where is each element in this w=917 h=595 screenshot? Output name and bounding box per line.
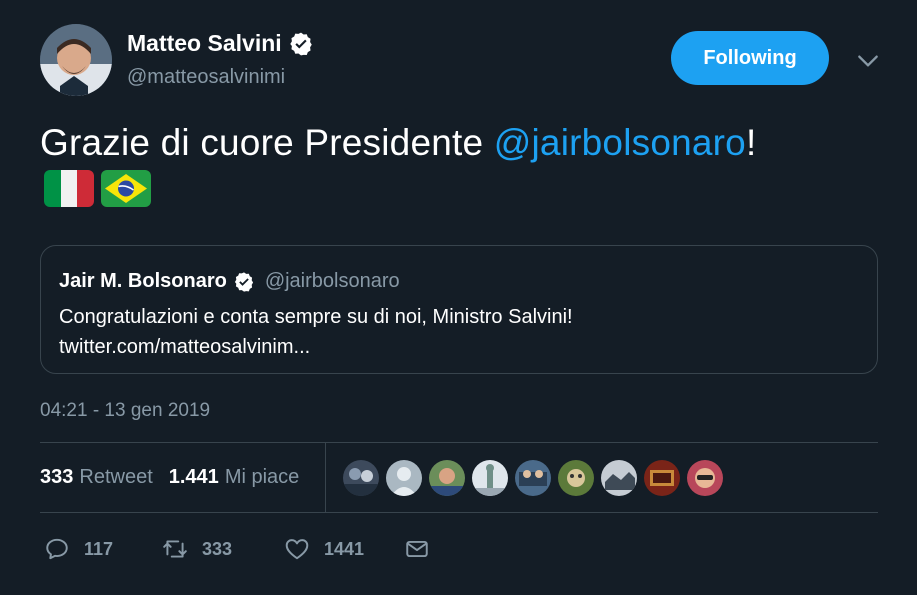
divider [40,512,878,513]
brazil-flag-icon [101,170,151,207]
liker-avatar[interactable] [429,460,465,496]
tweet-timestamp[interactable]: 04:21 - 13 gen 2019 [40,400,210,422]
following-button[interactable]: Following [671,31,829,85]
retweet-count[interactable]: 333 [40,466,73,489]
like-action-count: 1441 [324,538,365,559]
liker-avatar[interactable] [343,460,379,496]
verified-badge-icon [233,271,255,293]
retweet-label[interactable]: Retweet [79,466,152,489]
author-name[interactable]: Matteo Salvini [127,30,282,57]
like-button[interactable]: 1441 [284,536,404,562]
quoted-author-handle: @jairbolsonaro [264,270,400,292]
author-name-row: Matteo Salvini [127,30,314,57]
divider [40,442,878,443]
emoji-row [44,170,151,207]
heart-icon [285,539,309,560]
reply-icon [46,538,68,560]
retweet-button[interactable]: 333 [162,536,284,562]
quoted-tweet-body: Congratulazioni e conta sempre su di noi… [59,302,573,362]
liker-avatar[interactable] [558,460,594,496]
likers-avatars [343,460,723,496]
liker-avatar[interactable] [472,460,508,496]
author-handle[interactable]: @matteosalvinimi [127,66,285,89]
tweet-text-prefix: Grazie di cuore Presidente [40,122,494,163]
quoted-tweet-text: Congratulazioni e conta sempre su di noi… [59,306,573,328]
quoted-tweet-link[interactable]: twitter.com/matteosalvinim... [59,332,573,362]
liker-avatar[interactable] [386,460,422,496]
tweet-actions: 117 333 1441 [44,536,430,562]
tweet-text: Grazie di cuore Presidente @jairbolsonar… [40,122,756,164]
stats-divider [325,443,326,513]
verified-badge-icon [288,31,314,57]
retweet-action-count: 333 [202,538,233,559]
italy-flag-icon [44,170,94,207]
author-avatar[interactable] [40,24,112,96]
tweet-text-suffix: ! [745,122,757,163]
like-label[interactable]: Mi piace [225,466,299,489]
like-count[interactable]: 1.441 [169,466,219,489]
direct-message-button[interactable] [404,536,430,562]
liker-avatar[interactable] [515,460,551,496]
reply-button[interactable]: 117 [44,536,162,562]
reply-count: 117 [84,538,114,559]
mention-link[interactable]: @jairbolsonaro [494,122,746,163]
chevron-down-icon[interactable] [855,48,881,74]
liker-avatar[interactable] [601,460,637,496]
liker-avatar[interactable] [644,460,680,496]
quoted-author-name: Jair M. Bolsonaro [59,270,227,292]
tweet-stats: 333 Retweet 1.441 Mi piace [40,466,315,489]
envelope-icon [406,540,428,558]
retweet-icon [163,540,187,558]
quoted-tweet[interactable]: Jair M. Bolsonaro @jairbolsonaro Congrat… [40,245,878,374]
liker-avatar[interactable] [687,460,723,496]
quoted-tweet-header: Jair M. Bolsonaro @jairbolsonaro [59,270,400,293]
